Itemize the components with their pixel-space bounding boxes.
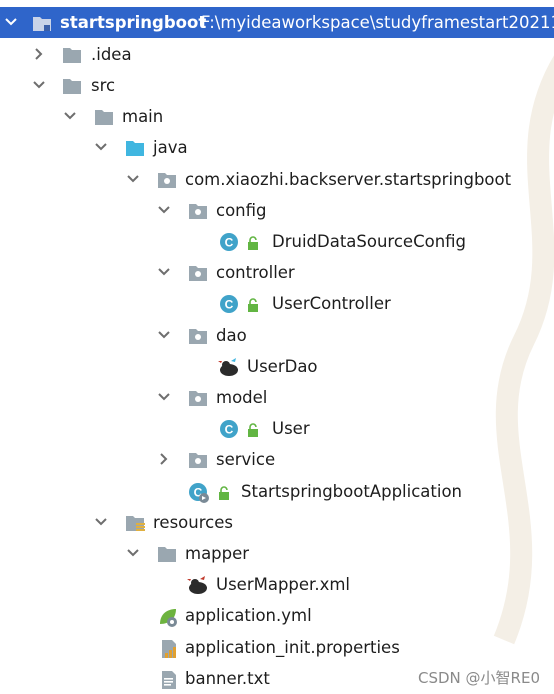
- source-folder-icon: [125, 138, 145, 158]
- package-icon: [188, 201, 208, 221]
- tree-row-user-controller[interactable]: C UserController: [0, 288, 554, 319]
- tree-row-project-root[interactable]: startspringboot F:\myideaworkspace\study…: [0, 7, 554, 38]
- properties-file-icon: [159, 638, 179, 658]
- tree-label: config: [216, 201, 267, 220]
- tree-row-package[interactable]: com.xiaozhi.backserver.startspringboot: [0, 164, 554, 195]
- java-class-icon: C: [219, 232, 239, 252]
- tree-row-application-class[interactable]: C StartspringbootApplication: [0, 476, 554, 507]
- tree-row-application-init[interactable]: application_init.properties: [0, 632, 554, 663]
- watermark: CSDN @小智RE0: [418, 669, 540, 687]
- tree-label: java: [153, 138, 188, 157]
- tree-label: controller: [216, 263, 295, 282]
- tree-row-main[interactable]: main: [0, 101, 554, 132]
- chevron-down-icon[interactable]: [4, 15, 18, 29]
- chevron-down-icon[interactable]: [63, 109, 77, 123]
- tree-label: StartspringbootApplication: [241, 482, 463, 501]
- package-icon: [188, 263, 208, 283]
- tree-label: application_init.properties: [185, 638, 400, 657]
- tree-row-user-dao[interactable]: UserDao: [0, 351, 554, 382]
- tree-label: UserMapper.xml: [216, 575, 350, 594]
- tree-label: model: [216, 388, 268, 407]
- package-icon: [188, 388, 208, 408]
- tree-label: resources: [153, 513, 233, 532]
- tree-label: application.yml: [185, 606, 312, 625]
- project-tree: startspringboot F:\myideaworkspace\study…: [0, 0, 554, 694]
- module-folder-icon: [32, 13, 52, 33]
- tree-label: com.xiaozhi.backserver.startspringboot: [185, 170, 512, 189]
- package-icon: [157, 170, 177, 190]
- chevron-down-icon[interactable]: [157, 390, 171, 404]
- project-name: startspringboot: [60, 13, 207, 32]
- lock-icon: [247, 422, 259, 437]
- tree-row-application-yml[interactable]: application.yml: [0, 600, 554, 631]
- tree-row-controller[interactable]: controller: [0, 257, 554, 288]
- tree-row-src[interactable]: src: [0, 70, 554, 101]
- tree-row-config[interactable]: config: [0, 195, 554, 226]
- folder-icon: [62, 45, 82, 65]
- tree-label: User: [272, 419, 310, 438]
- tree-label: service: [216, 450, 276, 469]
- package-icon: [188, 326, 208, 346]
- tree-label: .idea: [91, 45, 132, 64]
- chevron-down-icon[interactable]: [94, 515, 108, 529]
- chevron-down-icon[interactable]: [157, 328, 171, 342]
- lock-icon: [247, 297, 259, 312]
- tree-label: main: [122, 107, 164, 126]
- package-icon: [188, 450, 208, 470]
- lock-icon: [247, 235, 259, 250]
- tree-row-service[interactable]: service: [0, 444, 554, 475]
- tree-label: UserController: [272, 294, 391, 313]
- folder-icon: [62, 76, 82, 96]
- folder-icon: [157, 544, 177, 564]
- mybatis-bird-icon: [218, 357, 238, 377]
- tree-label: banner.txt: [185, 669, 270, 688]
- text-file-icon: [159, 669, 179, 689]
- svg-text:C: C: [225, 236, 234, 250]
- tree-row-model[interactable]: model: [0, 382, 554, 413]
- java-class-icon: C: [219, 294, 239, 314]
- chevron-down-icon[interactable]: [94, 140, 108, 154]
- chevron-down-icon[interactable]: [126, 172, 140, 186]
- tree-row-java[interactable]: java: [0, 132, 554, 163]
- chevron-down-icon[interactable]: [157, 203, 171, 217]
- chevron-right-icon[interactable]: [32, 47, 46, 61]
- spring-boot-class-icon: C: [188, 482, 209, 503]
- tree-label: UserDao: [247, 357, 318, 376]
- spring-config-icon: [157, 606, 177, 627]
- svg-text:C: C: [225, 298, 234, 312]
- tree-row-dao[interactable]: dao: [0, 320, 554, 351]
- tree-row-resources[interactable]: resources: [0, 507, 554, 538]
- chevron-down-icon[interactable]: [126, 546, 140, 560]
- chevron-down-icon[interactable]: [157, 265, 171, 279]
- tree-label: src: [91, 76, 116, 95]
- tree-row-druid-config[interactable]: C DruidDataSourceConfig: [0, 226, 554, 257]
- tree-row-idea[interactable]: .idea: [0, 39, 554, 70]
- tree-label: dao: [216, 326, 247, 345]
- tree-row-mapper[interactable]: mapper: [0, 538, 554, 569]
- tree-row-user[interactable]: C User: [0, 413, 554, 444]
- chevron-down-icon[interactable]: [32, 78, 46, 92]
- tree-label: DruidDataSourceConfig: [272, 232, 467, 251]
- lock-icon: [218, 485, 230, 500]
- java-class-icon: C: [219, 419, 239, 439]
- project-path: F:\myideaworkspace\studyframestart20211: [201, 13, 554, 32]
- tree-row-user-mapper-xml[interactable]: UserMapper.xml: [0, 569, 554, 600]
- mybatis-bird-icon: [187, 575, 207, 595]
- chevron-right-icon[interactable]: [157, 452, 171, 466]
- folder-icon: [94, 107, 114, 127]
- tree-label: mapper: [185, 544, 250, 563]
- svg-text:C: C: [225, 423, 234, 437]
- resources-folder-icon: [125, 513, 145, 533]
